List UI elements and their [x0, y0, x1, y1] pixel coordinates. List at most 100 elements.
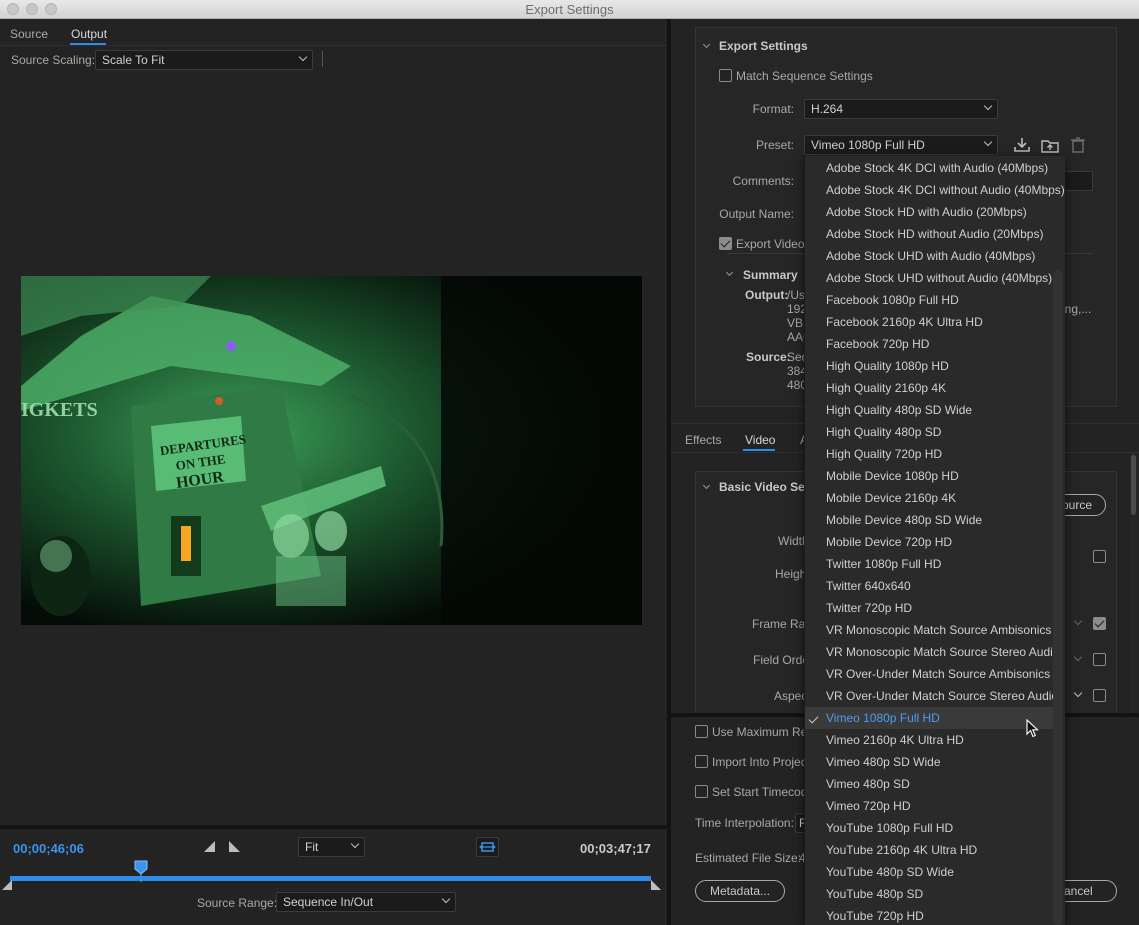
mark-in-icon[interactable] — [204, 841, 216, 853]
delete-preset-icon[interactable] — [1069, 137, 1087, 153]
preset-menu-item[interactable]: VR Over-Under Match Source Stereo Audio — [805, 685, 1058, 707]
timeline-range-bar[interactable] — [10, 876, 651, 881]
crop-icon — [479, 842, 496, 852]
preset-menu-item[interactable]: VR Monoscopic Match Source Ambisonics — [805, 619, 1053, 641]
collapse-triangle-icon[interactable] — [703, 43, 710, 50]
preset-menu-item[interactable]: Mobile Device 1080p HD — [805, 465, 1053, 487]
aspect-label: Aspec — [774, 689, 808, 703]
preset-menu-item[interactable]: Twitter 640x640 — [805, 575, 1053, 597]
range-start-handle-icon[interactable] — [2, 880, 12, 890]
set-start-timecode-label: Set Start Timecode — [712, 785, 815, 799]
preset-menu-item[interactable]: Mobile Device 720p HD — [805, 531, 1053, 553]
use-max-render-checkbox[interactable] — [695, 725, 708, 738]
preset-menu-item[interactable]: Adobe Stock 4K DCI without Audio (40Mbps… — [805, 179, 1065, 201]
estimated-file-size-label: Estimated File Size: — [695, 851, 802, 865]
tab-video-underline — [743, 449, 775, 451]
output-name-label: Output Name: — [719, 207, 794, 221]
frame-rate-label: Frame Rat — [752, 617, 809, 631]
source-range-select[interactable]: Sequence In/Out — [276, 892, 456, 912]
preset-menu-item[interactable]: YouTube 2160p 4K Ultra HD — [805, 839, 1053, 861]
preset-menu-item[interactable]: High Quality 480p SD — [805, 421, 1053, 443]
height-label: Heigh — [775, 567, 807, 581]
comments-field[interactable] — [1061, 171, 1093, 191]
source-range-value: Sequence In/Out — [283, 895, 374, 909]
window-title: Export Settings — [525, 2, 614, 17]
chevron-down-icon — [984, 139, 992, 147]
width-override-checkbox[interactable] — [1093, 550, 1106, 563]
comments-label: Comments: — [732, 174, 794, 188]
crop-toggle-button[interactable] — [476, 837, 499, 857]
preset-menu-item[interactable]: Facebook 720p HD — [805, 333, 1053, 355]
mark-out-icon[interactable] — [228, 841, 240, 853]
field-order-label: Field Orde — [753, 653, 810, 667]
preset-menu-item[interactable]: YouTube 720p HD — [805, 905, 1053, 925]
preset-menu-item[interactable]: Adobe Stock 4K DCI with Audio (40Mbps) — [805, 157, 1053, 179]
settings-scrollbar-thumb[interactable] — [1131, 455, 1136, 515]
tab-video[interactable]: Video — [745, 433, 775, 447]
preset-select[interactable]: Vimeo 1080p Full HD — [804, 135, 998, 155]
preset-menu-item[interactable]: High Quality 2160p 4K — [805, 377, 1053, 399]
tab-output[interactable]: Output — [71, 27, 107, 41]
preset-menu-item[interactable]: Adobe Stock HD with Audio (20Mbps) — [805, 201, 1053, 223]
format-select[interactable]: H.264 — [804, 99, 998, 119]
source-scaling-select[interactable]: Scale To Fit — [95, 50, 313, 70]
preset-menu-item[interactable]: VR Monoscopic Match Source Stereo Audio — [805, 641, 1059, 663]
preset-menu-item[interactable]: YouTube 480p SD — [805, 883, 1053, 905]
current-timecode[interactable]: 00;00;46;06 — [13, 841, 84, 856]
preset-label: Preset: — [755, 138, 794, 152]
chevron-down-icon — [1074, 654, 1082, 662]
import-into-project-label: Import Into Project — [712, 755, 811, 769]
preset-value: Vimeo 1080p Full HD — [811, 138, 925, 152]
preset-dropdown-menu: Adobe Stock 4K DCI with Audio (40Mbps) Ad… — [804, 156, 1065, 925]
svg-text:IGKETS: IGKETS — [21, 399, 98, 421]
preset-menu-item[interactable]: Facebook 2160p 4K Ultra HD — [805, 311, 1053, 333]
time-interpolation-label: Time Interpolation: — [695, 816, 794, 830]
preset-menu-item[interactable]: Adobe Stock UHD without Audio (40Mbps) — [805, 267, 1053, 289]
set-start-timecode-checkbox[interactable] — [695, 785, 708, 798]
summary-collapse-icon[interactable] — [726, 271, 733, 278]
tab-effects[interactable]: Effects — [685, 433, 721, 447]
preset-menu-item[interactable]: Vimeo 1080p Full HD — [805, 707, 1053, 729]
export-video-label: Export Video — [736, 237, 805, 251]
tab-source[interactable]: Source — [10, 27, 48, 41]
import-preset-icon[interactable] — [1041, 137, 1059, 153]
playhead-icon[interactable] — [134, 860, 148, 882]
preset-menu-item[interactable]: High Quality 720p HD — [805, 443, 1053, 465]
preset-menu-item[interactable]: Mobile Device 480p SD Wide — [805, 509, 1053, 531]
preset-menu-scrollbar[interactable] — [1053, 270, 1062, 925]
preset-menu-item[interactable]: High Quality 480p SD Wide — [805, 399, 1053, 421]
preset-menu-item[interactable]: VR Over-Under Match Source Ambisonics — [805, 663, 1053, 685]
preset-menu-item[interactable]: YouTube 1080p Full HD — [805, 817, 1053, 839]
source-scaling-label: Source Scaling: — [11, 53, 96, 67]
preset-menu-item[interactable]: YouTube 480p SD Wide — [805, 861, 1053, 883]
match-sequence-label: Match Sequence Settings — [736, 69, 873, 83]
field-order-override-checkbox[interactable] — [1093, 653, 1106, 666]
export-video-checkbox[interactable] — [719, 237, 732, 250]
preset-menu-item[interactable]: Twitter 1080p Full HD — [805, 553, 1053, 575]
export-settings-title: Export Settings — [719, 39, 808, 53]
frame-rate-override-checkbox[interactable] — [1093, 617, 1106, 630]
preset-menu-item[interactable]: Adobe Stock UHD with Audio (40Mbps) — [805, 245, 1053, 267]
preset-menu-item[interactable]: High Quality 1080p HD — [805, 355, 1053, 377]
preset-menu-item[interactable]: Facebook 1080p Full HD — [805, 289, 1053, 311]
title-bar: Export Settings — [0, 0, 1139, 19]
source-range-label: Source Range: — [197, 896, 278, 910]
import-into-project-checkbox[interactable] — [695, 755, 708, 768]
preview-panel: Source Output Source Scaling: Scale To F… — [0, 19, 667, 925]
range-end-handle-icon[interactable] — [651, 880, 661, 890]
preset-menu-item[interactable]: Twitter 720p HD — [805, 597, 1053, 619]
collapse-triangle-icon[interactable] — [703, 484, 710, 491]
metadata-button[interactable]: Metadata... — [695, 880, 785, 902]
preset-menu-item[interactable]: Mobile Device 2160p 4K — [805, 487, 1053, 509]
preset-menu-item[interactable]: Vimeo 720p HD — [805, 795, 1053, 817]
preset-menu-item[interactable]: Vimeo 480p SD Wide — [805, 751, 1053, 773]
aspect-override-checkbox[interactable] — [1093, 689, 1106, 702]
fit-select[interactable]: Fit — [298, 837, 365, 857]
preset-menu-item[interactable]: Vimeo 480p SD — [805, 773, 1053, 795]
chevron-down-icon — [351, 841, 359, 849]
save-preset-icon[interactable] — [1013, 137, 1031, 153]
preset-menu-item[interactable]: Vimeo 2160p 4K Ultra HD — [805, 729, 1053, 751]
match-sequence-checkbox[interactable] — [719, 69, 732, 82]
preset-menu-item[interactable]: Adobe Stock HD without Audio (20Mbps) — [805, 223, 1053, 245]
format-label: Format: — [752, 102, 794, 116]
